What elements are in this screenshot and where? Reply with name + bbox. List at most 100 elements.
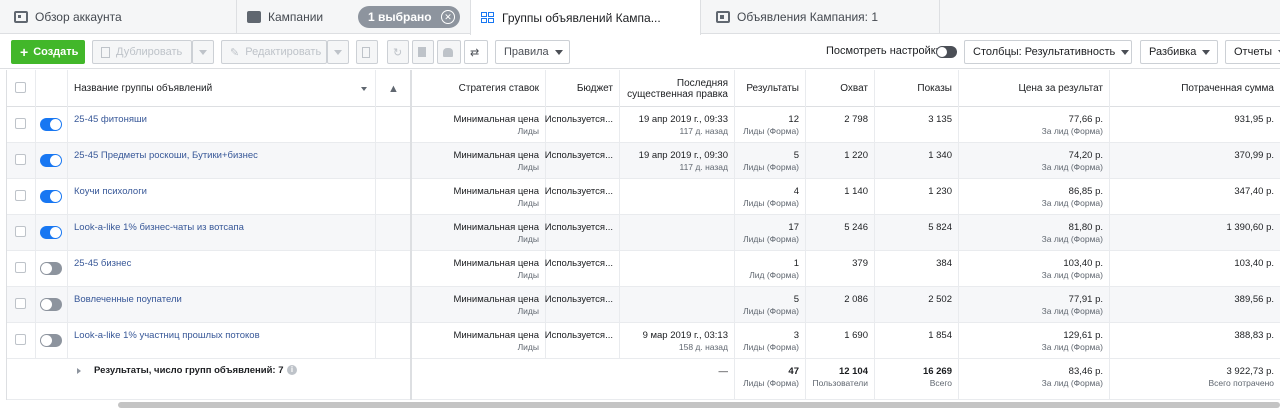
row-bid-cell: Минимальная цена Лиды [412,107,546,143]
adset-status-toggle[interactable] [40,298,62,311]
columns-button[interactable]: Столбцы: Результативность [964,40,1132,64]
header-impressions[interactable]: Показы [875,70,959,107]
adset-name-link[interactable]: Look-a-like 1% бизнес-чаты из вотсапа [74,222,244,233]
reports-button[interactable]: Отчеты [1225,40,1280,64]
adset-name-link[interactable]: 25-45 фитоняши [74,114,147,125]
row-results-cell: 4 Лиды (Форма) [735,179,806,215]
edit-dropdown[interactable] [327,40,349,64]
row-spent-cell: 388,83 р. [1110,323,1280,359]
table-row[interactable]: Вовлеченные поупатели Минимальная цена Лид… [7,287,1280,323]
spent-value: 931,95 р. [1234,114,1274,125]
header-name-label: Название группы объявлений [74,83,213,94]
header-reach[interactable]: Охват [806,70,875,107]
spent-value: 103,40 р. [1234,258,1274,269]
horizontal-scrollbar[interactable] [118,402,1280,408]
view-settings-toggle[interactable] [936,45,957,63]
totals-label: Результаты, число групп объявлений: 7 [94,365,284,376]
header-name[interactable]: Название группы объявлений [68,70,376,107]
header-warning[interactable]: ▲ [376,70,412,107]
totals-cpr: 83,46 р. [1068,366,1103,377]
duplicate-button[interactable]: Дублировать [92,40,192,64]
clear-selection-icon[interactable]: ✕ [441,10,455,24]
expand-arrow-icon[interactable] [77,368,81,374]
clipboard-button[interactable] [356,40,378,64]
tab-account-overview[interactable]: Обзор аккаунта [0,0,236,34]
header-cost-per-result[interactable]: Цена за результат [959,70,1110,107]
totals-impressions: 16 269 [922,366,952,377]
adset-status-toggle[interactable] [40,334,62,347]
audience-button[interactable] [437,40,461,64]
row-results-cell: 5 Лиды (Форма) [735,287,806,323]
header-last-edit[interactable]: Последняя существенная правка [620,70,735,107]
select-all-checkbox[interactable] [15,82,26,93]
reach-value: 1 220 [844,150,868,161]
tab-ads[interactable]: Объявления Кампания: 1 [702,0,940,34]
row-checkbox[interactable] [15,298,26,309]
create-button[interactable]: + Создать [11,40,85,64]
row-budget-cell: Используется... [545,287,620,323]
selected-filter-pill[interactable]: 1 выбрано ✕ [358,6,460,28]
row-budget-cell: Используется... [545,143,620,179]
info-icon[interactable]: i [287,365,297,375]
results-value: 4 [793,186,799,197]
header-budget[interactable]: Бюджет [546,70,620,107]
table-row[interactable]: Look-a-like 1% участниц прошлых потоков М… [7,323,1280,359]
row-cpr-cell: 86,85 р. За лид (Форма) [959,179,1110,215]
tab-bar: Обзор аккаунта Кампании 1 выбрано ✕ Груп… [0,0,1280,35]
cpr-value: 77,91 р. [1068,294,1103,305]
row-name-cell: Look-a-like 1% участниц прошлых потоков [68,323,376,359]
row-checkbox[interactable] [15,226,26,237]
header-amount-spent[interactable]: Потраченная сумма [1110,70,1280,107]
row-bid-cell: Минимальная цена Лиды [412,215,546,251]
bid-strategy: Минимальная цена [453,114,539,125]
adset-status-toggle[interactable] [40,262,62,275]
adset-name-link[interactable]: 25-45 бизнес [74,258,131,269]
row-checkbox[interactable] [15,154,26,165]
adset-status-toggle[interactable] [40,190,62,203]
row-select-cell [7,179,36,215]
duplicate-dropdown[interactable] [192,40,214,64]
table-row[interactable]: 25-45 фитоняши Минимальная цена Лиды Исполь… [7,107,1280,143]
adset-name-link[interactable]: Вовлеченные поупатели [74,294,182,305]
tab-adsets[interactable]: Группы объявлений Кампа... [470,0,701,35]
edit-button[interactable]: ✎ Редактировать [221,40,327,64]
table-row[interactable]: Look-a-like 1% бизнес-чаты из вотсапа Мин… [7,215,1280,251]
row-warning-cell [376,323,412,359]
table-row[interactable]: Коучи психологи Минимальная цена Лиды Испол… [7,179,1280,215]
row-cpr-cell: 103,40 р. За лид (Форма) [959,251,1110,287]
refresh-button[interactable]: ↻ [387,40,409,64]
breakdown-button[interactable]: Разбивка [1140,40,1218,64]
row-warning-cell [376,251,412,287]
adset-status-toggle[interactable] [40,226,62,239]
table-row[interactable]: 25-45 бизнес Минимальная цена Лиды Использу… [7,251,1280,287]
row-warning-cell [376,179,412,215]
header-results[interactable]: Результаты [735,70,806,107]
row-impressions-cell: 384 [875,251,959,287]
cpr-value: 86,85 р. [1068,186,1103,197]
adset-name-link[interactable]: 25-45 Предметы роскоши, Бутики+бизнес [74,150,258,161]
header-last-edit-line1: Последняя [676,77,728,89]
adset-name-link[interactable]: Look-a-like 1% участниц прошлых потоков [74,330,260,341]
cpr-type: За лид (Форма) [1041,162,1103,172]
row-checkbox[interactable] [15,118,26,129]
delete-button[interactable] [412,40,434,64]
row-toggle-cell [36,287,68,323]
totals-impressions-sub: Всего [929,378,952,388]
totals-results-cell: 47 Лиды (Форма) [735,359,806,400]
adset-status-toggle[interactable] [40,118,62,131]
rules-button[interactable]: Правила [495,40,570,64]
row-spent-cell: 389,56 р. [1110,287,1280,323]
row-checkbox[interactable] [15,190,26,201]
row-checkbox[interactable] [15,334,26,345]
share-button[interactable]: ⇄ [464,40,488,64]
header-bid[interactable]: Стратегия ставок [412,70,546,107]
adset-name-link[interactable]: Коучи психологи [74,186,147,197]
row-name-cell: 25-45 бизнес [68,251,376,287]
adset-status-toggle[interactable] [40,154,62,167]
row-select-cell [7,143,36,179]
table-row[interactable]: 25-45 Предметы роскоши, Бутики+бизнес Мин… [7,143,1280,179]
row-checkbox[interactable] [15,262,26,273]
totals-row: Результаты, число групп объявлений: 7 i … [7,359,1280,400]
bid-strategy-sub: Лиды [517,270,539,280]
rules-label: Правила [504,46,549,58]
